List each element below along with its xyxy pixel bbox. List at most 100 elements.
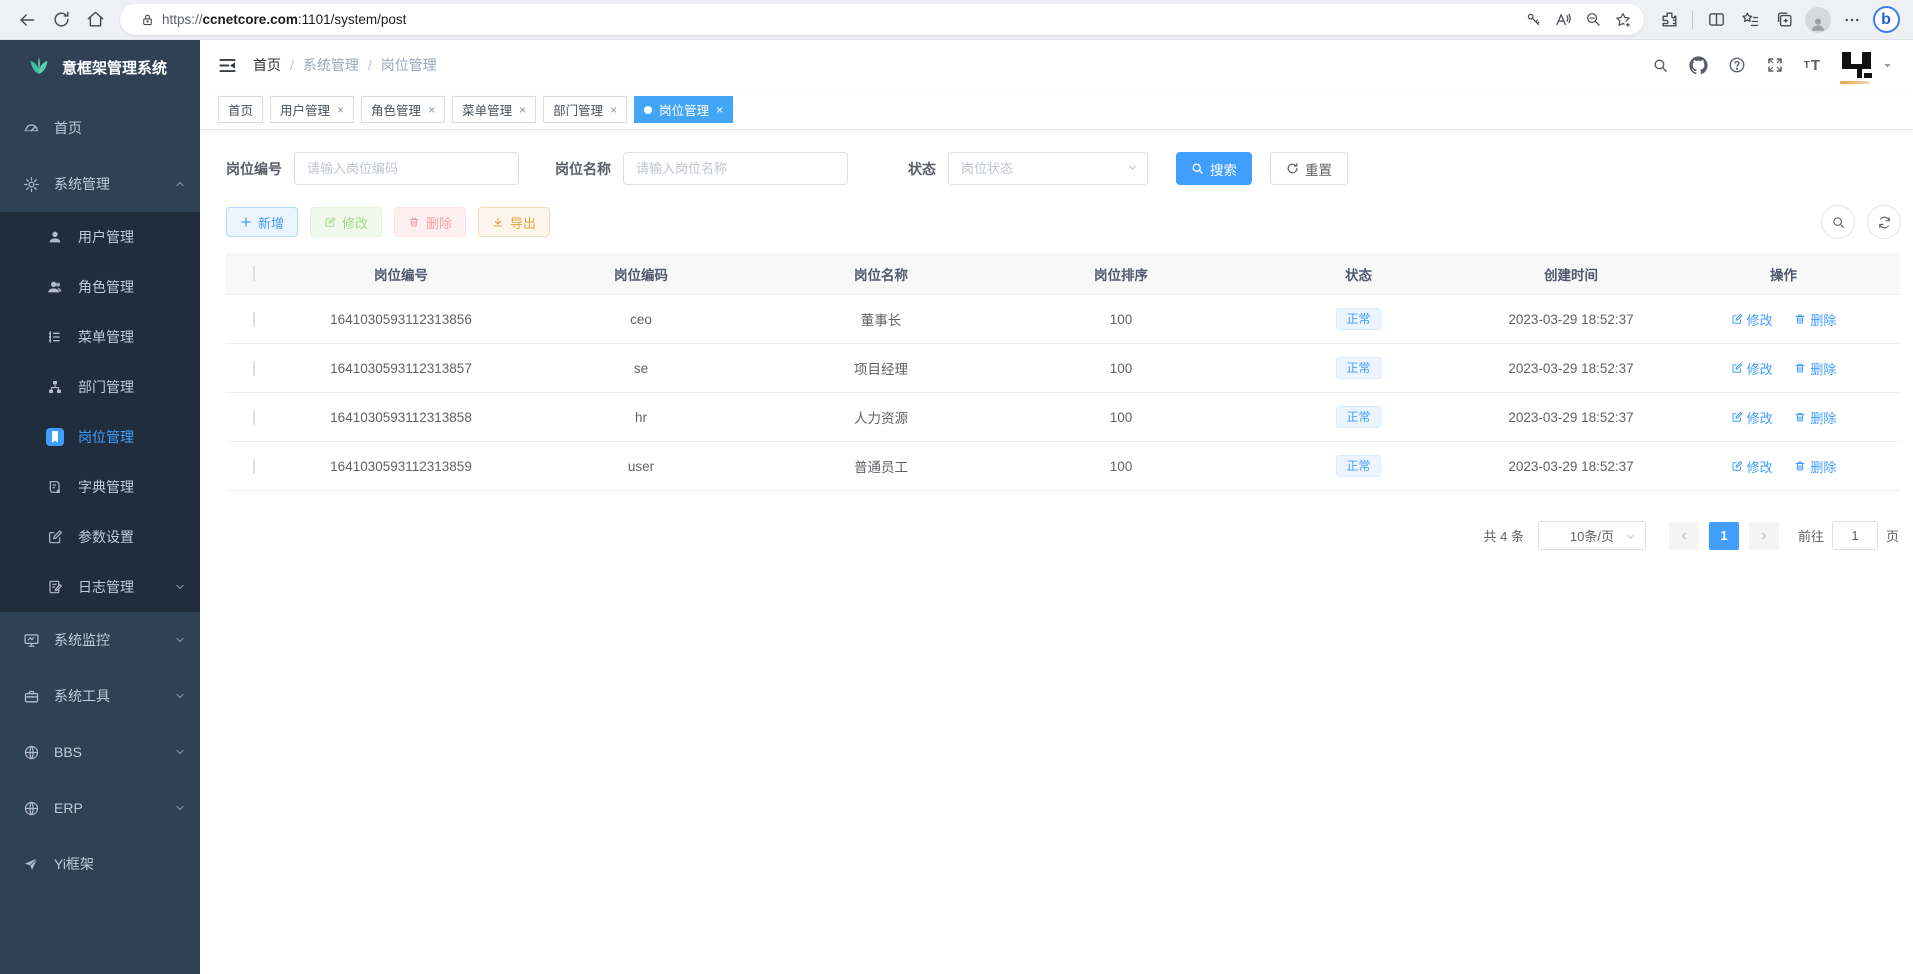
post-name-input[interactable] [623, 152, 848, 185]
close-icon[interactable] [716, 103, 723, 117]
favorite-star-icon[interactable] [1608, 5, 1638, 35]
extensions-icon[interactable] [1652, 3, 1686, 37]
paper-plane-icon [22, 855, 40, 873]
sidebar-item-dict[interactable]: 字典管理 [0, 462, 200, 512]
tab-roles[interactable]: 角色管理 [361, 96, 445, 123]
profile-avatar[interactable] [1801, 3, 1835, 37]
user-avatar-menu[interactable] [1840, 50, 1893, 80]
sidebar-item-erp[interactable]: ERP [0, 780, 200, 836]
browser-toolbar: https://ccnetcore.com:1101/system/post [0, 0, 1913, 40]
select-all-checkbox[interactable] [253, 266, 255, 281]
close-icon[interactable] [610, 103, 617, 117]
row-edit-link[interactable]: 修改 [1731, 359, 1773, 378]
col-status: 状态 [1241, 264, 1476, 284]
col-post-name: 岗位名称 [761, 264, 1001, 284]
tab-posts-active[interactable]: 岗位管理 [634, 96, 733, 123]
chevron-down-icon [1126, 161, 1139, 177]
edit-button[interactable]: 修改 [310, 207, 382, 237]
pagination: 共 4 条 10条/页 1 前往 页 [226, 521, 1901, 550]
sidebar-item-home[interactable]: 首页 [0, 100, 200, 156]
breadcrumb-home[interactable]: 首页 [253, 55, 281, 75]
row-delete-link[interactable]: 删除 [1794, 408, 1836, 427]
sidebar-item-label: 字典管理 [78, 477, 186, 497]
export-button-label: 导出 [510, 213, 536, 232]
sidebar-item-monitor[interactable]: 系统监控 [0, 612, 200, 668]
home-icon[interactable] [78, 3, 112, 37]
close-icon[interactable] [337, 103, 344, 117]
sidebar-fold-icon[interactable] [218, 56, 237, 75]
header-search-icon[interactable] [1652, 57, 1669, 74]
cell-post-name: 普通员工 [761, 456, 1001, 476]
row-delete-link[interactable]: 删除 [1794, 310, 1836, 329]
sidebar-item-tools[interactable]: 系统工具 [0, 668, 200, 724]
delete-link-label: 删除 [1810, 408, 1836, 427]
chevron-down-icon [174, 581, 186, 593]
sidebar-item-menus[interactable]: 菜单管理 [0, 312, 200, 362]
next-page-button[interactable] [1749, 522, 1779, 550]
back-icon[interactable] [10, 3, 44, 37]
url-text[interactable]: https://ccnetcore.com:1101/system/post [162, 12, 1518, 27]
edit-icon [1731, 411, 1743, 423]
address-bar[interactable]: https://ccnetcore.com:1101/system/post [120, 4, 1644, 35]
sidebar-item-logs[interactable]: 日志管理 [0, 562, 200, 612]
tab-menus[interactable]: 菜单管理 [452, 96, 536, 123]
refresh-icon[interactable] [44, 3, 78, 37]
sidebar-item-yi-framework[interactable]: Yi框架 [0, 836, 200, 892]
font-size-icon[interactable]: TT [1804, 57, 1820, 74]
add-button[interactable]: 新增 [226, 207, 298, 237]
sidebar-item-bbs[interactable]: BBS [0, 724, 200, 780]
status-select[interactable] [948, 152, 1148, 185]
close-icon[interactable] [428, 103, 435, 117]
more-menu-icon[interactable] [1835, 3, 1869, 37]
help-icon[interactable] [1728, 56, 1746, 74]
close-icon[interactable] [519, 103, 526, 117]
prev-page-button[interactable] [1669, 522, 1699, 550]
row-delete-link[interactable]: 删除 [1794, 457, 1836, 476]
sidebar-item-depts[interactable]: 部门管理 [0, 362, 200, 412]
table-row: 1641030593112313858 hr 人力资源 100 正常 2023-… [226, 393, 1901, 442]
sidebar-item-params[interactable]: 参数设置 [0, 512, 200, 562]
row-edit-link[interactable]: 修改 [1731, 457, 1773, 476]
goto-label: 前往 [1798, 526, 1824, 545]
row-edit-link[interactable]: 修改 [1731, 310, 1773, 329]
row-checkbox[interactable] [253, 410, 255, 425]
bing-chat-icon[interactable] [1869, 3, 1903, 37]
sidebar-item-roles[interactable]: 角色管理 [0, 262, 200, 312]
row-delete-link[interactable]: 删除 [1794, 359, 1836, 378]
export-button[interactable]: 导出 [478, 207, 550, 237]
split-screen-icon[interactable] [1699, 3, 1733, 37]
row-checkbox[interactable] [253, 459, 255, 474]
delete-button[interactable]: 删除 [394, 207, 466, 237]
sidebar-item-users[interactable]: 用户管理 [0, 212, 200, 262]
row-checkbox[interactable] [253, 312, 255, 327]
sidebar-item-posts[interactable]: 岗位管理 [0, 412, 200, 462]
status-badge: 正常 [1336, 357, 1380, 379]
tab-actions-icon[interactable] [1767, 3, 1801, 37]
sidebar-item-system[interactable]: 系统管理 [0, 156, 200, 212]
toggle-search-button[interactable] [1821, 205, 1855, 239]
collections-icon[interactable] [1733, 3, 1767, 37]
post-code-input[interactable] [294, 152, 519, 185]
org-chart-icon [46, 378, 64, 396]
row-checkbox[interactable] [253, 361, 255, 376]
toolbox-icon [22, 687, 40, 705]
tab-depts[interactable]: 部门管理 [543, 96, 627, 123]
status-select-input[interactable] [948, 152, 1148, 185]
search-button[interactable]: 搜索 [1176, 152, 1252, 185]
page-number-button[interactable]: 1 [1709, 522, 1739, 550]
reset-button[interactable]: 重置 [1270, 152, 1348, 185]
zoom-out-icon[interactable] [1578, 5, 1608, 35]
table-header-row: 岗位编号 岗位编码 岗位名称 岗位排序 状态 创建时间 操作 [226, 253, 1901, 295]
refresh-table-button[interactable] [1867, 205, 1901, 239]
tab-home[interactable]: 首页 [218, 96, 263, 123]
read-aloud-icon[interactable] [1548, 5, 1578, 35]
fullscreen-icon[interactable] [1766, 56, 1784, 74]
github-icon[interactable] [1689, 56, 1708, 75]
tab-users[interactable]: 用户管理 [270, 96, 354, 123]
password-key-icon[interactable] [1518, 5, 1548, 35]
cell-post-sort: 100 [1001, 459, 1241, 474]
edit-icon [324, 216, 336, 228]
row-edit-link[interactable]: 修改 [1731, 408, 1773, 427]
goto-page-input[interactable] [1832, 521, 1878, 550]
page-size-select[interactable]: 10条/页 [1538, 521, 1646, 550]
